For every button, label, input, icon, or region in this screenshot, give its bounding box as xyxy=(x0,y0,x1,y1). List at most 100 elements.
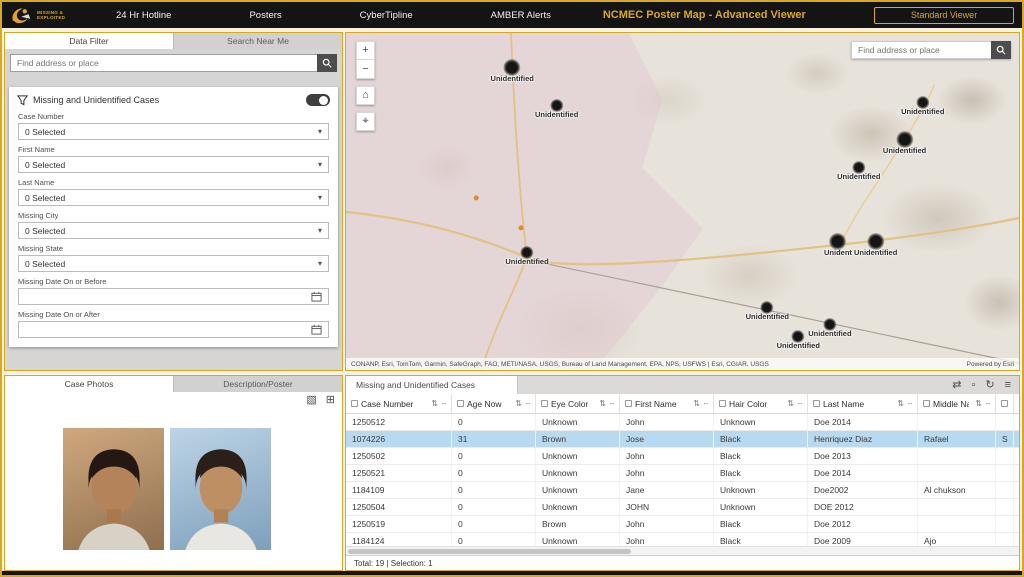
layout-grid-icon[interactable]: ⊞ xyxy=(326,395,335,406)
locate-button[interactable]: ⌖ xyxy=(356,112,375,131)
filter-toggle[interactable] xyxy=(306,94,330,106)
map-marker[interactable]: Unident xyxy=(823,232,852,257)
sort-icon[interactable]: ⇅ xyxy=(693,399,700,408)
map-marker[interactable]: Unidentified xyxy=(535,99,578,119)
select-input[interactable]: 0 Selected ▾ xyxy=(18,189,329,206)
column-label: First Name xyxy=(635,398,677,409)
column-header[interactable] xyxy=(996,394,1014,413)
table-row[interactable]: 1250504 0 Unknown JOHN Unknown DOE 2012 xyxy=(346,499,1019,516)
table-row[interactable]: 1250502 0 Unknown John Black Doe 2013 xyxy=(346,448,1019,465)
map[interactable]: Unidentified Unidentified Unidentified Unid… xyxy=(346,33,1019,370)
table-cell: 1250521 xyxy=(346,465,452,481)
map-marker[interactable]: Unidentified xyxy=(837,161,880,181)
page-title: NCMEC Poster Map - Advanced Viewer xyxy=(602,9,806,21)
tab-case-photos[interactable]: Case Photos xyxy=(5,376,174,392)
tab-description-poster[interactable]: Description/Poster xyxy=(174,376,342,392)
select-input[interactable]: 0 Selected ▾ xyxy=(18,123,329,140)
column-header[interactable]: First Name ⇅ ··· xyxy=(620,394,714,413)
zoom-out-button[interactable]: − xyxy=(356,60,375,79)
clear-selection-icon[interactable]: ▫ xyxy=(971,379,975,391)
map-marker[interactable]: Unidentified xyxy=(491,58,534,83)
table-row[interactable]: 1074226 31 Brown Jose Black Henriquez Diaz Raf… xyxy=(346,431,1019,448)
table-row[interactable]: 1250521 0 Unknown John Black Doe 2014 xyxy=(346,465,1019,482)
header-nav: 24 Hr Hotline Posters CyberTipline AMBER Al… xyxy=(116,10,551,21)
select-input[interactable]: 0 Selected ▾ xyxy=(18,255,329,272)
marker-label: Unidentified xyxy=(882,146,927,156)
column-menu-icon[interactable]: ··· xyxy=(985,399,991,408)
tab-data-filter[interactable]: Data Filter xyxy=(5,33,174,49)
home-button[interactable]: ⌂ xyxy=(356,86,375,105)
table-row[interactable]: 1250519 0 Brown John Black Doe 2012 xyxy=(346,516,1019,533)
field-label: Missing Date On or Before xyxy=(18,277,107,286)
age-progressed-photo[interactable] xyxy=(170,428,271,550)
column-label: Eye Color xyxy=(551,398,589,409)
nav-item[interactable]: 24 Hr Hotline xyxy=(116,10,171,21)
column-header[interactable]: Case Number ⇅ ··· xyxy=(346,394,452,413)
table-panel: Missing and Unidentified Cases ⇄ ▫ ↻ ≡ Case… xyxy=(345,375,1020,571)
column-menu-icon[interactable]: ··· xyxy=(525,399,531,408)
standard-viewer-button[interactable]: Standard Viewer xyxy=(874,6,1014,24)
column-menu-icon[interactable]: ··· xyxy=(703,399,709,408)
table-cell xyxy=(918,448,996,464)
select-mode-icon[interactable]: ▧ xyxy=(306,395,316,406)
chevron-down-icon: ▾ xyxy=(317,259,322,268)
column-header[interactable]: Last Name ⇅ ··· xyxy=(808,394,918,413)
table-cell: Unknown xyxy=(536,499,620,515)
table-row[interactable]: 1184109 0 Unknown Jane Unknown Doe2002 Al chuk… xyxy=(346,482,1019,499)
column-menu-icon[interactable]: ··· xyxy=(609,399,615,408)
field-label: First Name xyxy=(18,145,55,154)
date-input[interactable] xyxy=(18,321,329,338)
address-search-input[interactable] xyxy=(10,54,317,72)
select-input[interactable]: 0 Selected ▾ xyxy=(18,156,329,173)
case-photo[interactable] xyxy=(63,428,164,550)
map-marker[interactable]: Unidentified xyxy=(777,330,820,350)
horizontal-scrollbar[interactable] xyxy=(346,546,1019,555)
table-row[interactable]: 1250512 0 Unknown John Unknown Doe 2014 xyxy=(346,414,1019,431)
ncmec-logo[interactable]: MISSING & EXPLOITED xyxy=(10,5,98,25)
filter-icon xyxy=(17,94,28,105)
sort-icon[interactable]: ⇅ xyxy=(897,399,904,408)
map-search-input[interactable] xyxy=(851,41,991,59)
column-header[interactable]: Age Now ⇅ ··· xyxy=(452,394,536,413)
refresh-icon[interactable]: ↻ xyxy=(985,379,994,391)
search-button[interactable] xyxy=(317,54,337,72)
table-cell: 0 xyxy=(452,482,536,498)
marker-label: Unident xyxy=(823,247,852,257)
table-cell: John xyxy=(620,448,714,464)
map-marker[interactable]: Unidentified xyxy=(883,131,926,155)
column-header[interactable]: Middle Name ⇅··· xyxy=(918,394,996,413)
field-value: 0 Selected xyxy=(25,126,66,137)
nav-item[interactable]: CyberTipline xyxy=(360,10,413,21)
select-input[interactable]: 0 Selected ▾ xyxy=(18,222,329,239)
column-header[interactable]: Eye Color ⇅ ··· xyxy=(536,394,620,413)
date-input[interactable] xyxy=(18,288,329,305)
column-label: Middle Name xyxy=(933,398,969,409)
sort-icon[interactable]: ⇅ xyxy=(515,399,522,408)
map-marker[interactable]: Unidentified xyxy=(746,301,789,321)
scrollbar-thumb[interactable] xyxy=(348,549,631,554)
map-marker[interactable]: Unidentified xyxy=(901,96,944,116)
actions-menu-icon[interactable]: ≡ xyxy=(1005,379,1011,391)
field-label: Missing Date On or After xyxy=(18,310,100,319)
column-menu-icon[interactable]: ··· xyxy=(907,399,913,408)
map-search-button[interactable] xyxy=(991,41,1011,59)
sort-icon[interactable]: ⇅ xyxy=(599,399,606,408)
column-menu-icon[interactable]: ··· xyxy=(441,399,447,408)
field-label: Case Number xyxy=(18,112,65,121)
map-marker[interactable]: Unidentified xyxy=(505,245,549,266)
map-marker[interactable]: Unidentified xyxy=(854,232,897,257)
zoom-in-button[interactable]: + xyxy=(356,41,375,60)
sort-icon[interactable]: ⇅ xyxy=(431,399,438,408)
show-selection-icon[interactable]: ⇄ xyxy=(952,379,961,391)
column-header[interactable]: Hair Color ⇅ ··· xyxy=(714,394,808,413)
sort-icon[interactable]: ⇅ xyxy=(975,399,982,408)
tab-search-near-me[interactable]: Search Near Me xyxy=(174,33,342,49)
table-cell: 1250519 xyxy=(346,516,452,532)
nav-item[interactable]: Posters xyxy=(249,10,281,21)
column-type-icon xyxy=(541,400,548,407)
tab-missing-unidentified-cases[interactable]: Missing and Unidentified Cases xyxy=(346,376,518,394)
nav-item[interactable]: AMBER Alerts xyxy=(491,10,551,21)
content: Data Filter Search Near Me Missing xyxy=(2,28,1022,575)
column-menu-icon[interactable]: ··· xyxy=(797,399,803,408)
sort-icon[interactable]: ⇅ xyxy=(787,399,794,408)
